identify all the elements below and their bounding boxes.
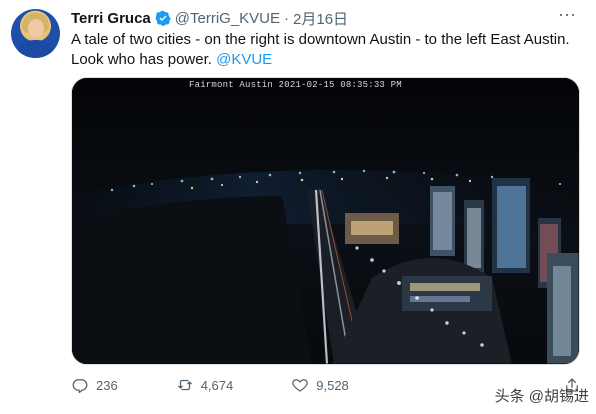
source-watermark: 头条 @胡锡进 (494, 388, 589, 405)
like-icon (292, 379, 309, 392)
night-city-image (72, 78, 579, 364)
mention-link[interactable]: @KVUE (216, 51, 272, 68)
avatar-body (16, 40, 56, 58)
verified-badge-icon (155, 10, 171, 26)
reply-count: 236 (96, 377, 118, 393)
separator-dot: · (284, 9, 290, 27)
camera-overlay-text: Fairmont Austin 2021-02-15 08:35:33 PM (189, 80, 402, 90)
author-name[interactable]: Terri Gruca (71, 10, 151, 27)
author-avatar[interactable] (11, 9, 60, 58)
author-handle[interactable]: @TerriG_KVUE (175, 10, 280, 27)
retweet-count: 4,674 (200, 377, 234, 393)
retweet-action[interactable]: 4,674 (176, 376, 234, 394)
reply-icon (72, 379, 88, 394)
tweet-media[interactable]: Fairmont Austin 2021-02-15 08:35:33 PM (71, 77, 580, 365)
like-count: 9,528 (316, 377, 349, 393)
like-action[interactable]: 9,528 (291, 376, 349, 394)
tweet-text: A tale of two cities - on the right is d… (71, 30, 586, 70)
reply-action[interactable]: 236 (71, 376, 118, 394)
tweet-header: Terri Gruca @TerriG_KVUE · 2月16日 (71, 7, 348, 29)
more-icon[interactable]: ··· (556, 5, 578, 24)
tweet-date[interactable]: 2月16日 (293, 8, 348, 29)
tweet-body-text: A tale of two cities - on the right is d… (71, 31, 570, 68)
retweet-icon (177, 379, 192, 391)
avatar-face (28, 19, 44, 38)
